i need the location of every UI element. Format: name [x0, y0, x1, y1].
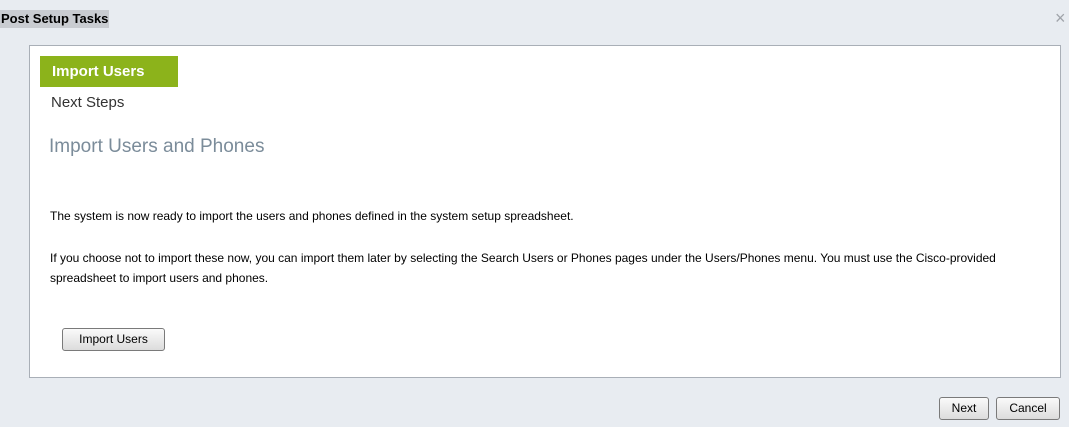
dialog-title: Post Setup Tasks: [0, 10, 110, 28]
next-button[interactable]: Next: [939, 397, 989, 420]
step-next-steps[interactable]: Next Steps: [51, 94, 124, 112]
close-icon[interactable]: ×: [1055, 9, 1069, 27]
content-panel: Import Users Next Steps Import Users and…: [29, 45, 1061, 378]
import-users-button[interactable]: Import Users: [62, 328, 165, 351]
post-setup-dialog: Post Setup Tasks × Import Users Next Ste…: [0, 0, 1069, 427]
later-import-message: If you choose not to import these now, y…: [50, 251, 996, 285]
cancel-button[interactable]: Cancel: [996, 397, 1060, 420]
ready-message: The system is now ready to import the us…: [50, 209, 574, 223]
title-bar: Post Setup Tasks ×: [0, 0, 1069, 38]
page-heading: Import Users and Phones: [49, 136, 265, 157]
step-import-users[interactable]: Import Users: [40, 56, 178, 87]
